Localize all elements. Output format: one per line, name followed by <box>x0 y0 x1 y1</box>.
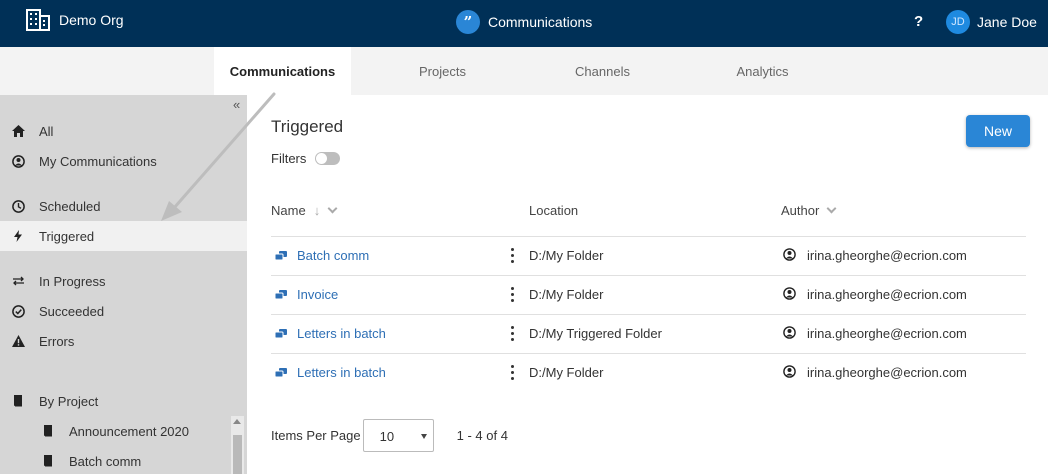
sidebar-item-by-project[interactable]: By Project <box>0 386 247 416</box>
sidebar-item-label: Scheduled <box>39 198 101 214</box>
tab-analytics[interactable]: Analytics <box>700 47 825 95</box>
user-name: Jane Doe <box>977 14 1037 30</box>
communication-icon <box>274 367 287 382</box>
user-circle-icon <box>783 326 796 342</box>
exchange-icon <box>11 274 25 288</box>
building-icon <box>26 9 50 31</box>
sort-arrow-icon[interactable]: ↓ <box>314 203 321 218</box>
user-menu[interactable]: JD Jane Doe <box>946 10 1037 34</box>
row-location: D:/My Folder <box>529 287 604 302</box>
column-header-location: Location <box>529 203 578 218</box>
page-title: Triggered <box>271 117 344 136</box>
app-title-group: ” Communications <box>456 10 592 34</box>
pagination: Items Per Page 10 1 - 4 of 4 <box>271 419 508 452</box>
sidebar-item-in-progress[interactable]: In Progress <box>0 266 247 296</box>
column-header-label: Author <box>781 203 820 218</box>
more-options-icon[interactable] <box>511 365 515 383</box>
column-header-author[interactable]: Author <box>781 203 837 218</box>
table-row: Invoice D:/My Folder irina.gheorghe@ecri… <box>271 275 1026 314</box>
avatar: JD <box>946 10 970 34</box>
filters-toggle[interactable] <box>315 152 341 165</box>
top-bar: Demo Org ” Communications ? JD Jane Doe <box>0 0 1048 47</box>
warning-icon <box>11 334 25 348</box>
tab-bar: Communications Projects Channels Analyti… <box>0 47 1048 95</box>
user-circle-icon <box>783 248 796 264</box>
sidebar-item-label: Triggered <box>39 228 95 244</box>
user-circle-icon <box>11 154 25 168</box>
items-per-page-select[interactable]: 10 <box>362 419 434 452</box>
book-icon <box>11 394 25 408</box>
help-button[interactable]: ? <box>914 13 923 30</box>
check-circle-icon <box>11 304 25 318</box>
communication-name-link[interactable]: Invoice <box>297 287 338 302</box>
org-switcher[interactable]: Demo Org <box>26 9 124 31</box>
filters-control: Filters <box>271 151 341 166</box>
clock-icon <box>11 199 25 213</box>
communication-name-link[interactable]: Batch comm <box>297 248 369 263</box>
column-header-name[interactable]: Name ↓ <box>271 203 338 218</box>
new-button[interactable]: New <box>966 115 1030 147</box>
sidebar-item-errors[interactable]: Errors <box>0 326 247 356</box>
home-icon <box>11 124 25 138</box>
communication-name-link[interactable]: Letters in batch <box>297 326 386 341</box>
sidebar-item-all[interactable]: All <box>0 116 247 146</box>
chevron-down-icon[interactable] <box>826 203 837 214</box>
scroll-up-icon[interactable] <box>233 419 241 424</box>
row-location: D:/My Folder <box>529 365 604 380</box>
communication-icon <box>274 250 287 265</box>
sidebar: « All My Communications Scheduled Trigge… <box>0 95 247 474</box>
app-title: Communications <box>488 14 593 30</box>
more-options-icon[interactable] <box>511 326 515 344</box>
row-location: D:/My Folder <box>529 248 604 263</box>
communication-icon <box>274 289 287 304</box>
column-header-label: Name <box>271 203 306 218</box>
sidebar-item-label: In Progress <box>39 273 106 289</box>
row-author: irina.gheorghe@ecrion.com <box>807 326 967 341</box>
sidebar-scroll-thumb[interactable] <box>233 435 242 474</box>
sidebar-item-label: By Project <box>39 393 99 409</box>
table-row: Batch comm D:/My Folder irina.gheorghe@e… <box>271 236 1026 275</box>
sidebar-item-label: My Communications <box>39 153 157 169</box>
sidebar-item-label: Batch comm <box>69 453 142 469</box>
sidebar-item-label: Succeeded <box>39 303 105 319</box>
row-author: irina.gheorghe@ecrion.com <box>807 287 967 302</box>
caret-down-icon <box>420 434 427 439</box>
quote-icon: ” <box>456 10 480 34</box>
user-circle-icon <box>783 365 796 381</box>
bolt-icon <box>11 229 25 243</box>
collapse-sidebar-button[interactable]: « <box>233 97 240 112</box>
table-row: Letters in batch D:/My Folder irina.gheo… <box>271 353 1026 392</box>
tab-projects[interactable]: Projects <box>380 47 505 95</box>
sidebar-item-label: All <box>39 123 54 139</box>
sidebar-item-announcement-2020[interactable]: Announcement 2020 <box>0 416 231 446</box>
tab-channels[interactable]: Channels <box>540 47 665 95</box>
items-per-page-value: 10 <box>379 429 395 444</box>
items-per-page-label: Items Per Page <box>271 428 361 443</box>
book-icon <box>41 454 55 468</box>
sidebar-item-triggered[interactable]: Triggered <box>0 221 247 251</box>
communication-name-link[interactable]: Letters in batch <box>297 365 386 380</box>
row-author: irina.gheorghe@ecrion.com <box>807 248 967 263</box>
row-author: irina.gheorghe@ecrion.com <box>807 365 967 380</box>
sidebar-item-succeeded[interactable]: Succeeded <box>0 296 247 326</box>
sidebar-item-label: Announcement 2020 <box>69 423 189 439</box>
sidebar-item-scheduled[interactable]: Scheduled <box>0 191 247 221</box>
org-name: Demo Org <box>59 12 124 28</box>
pagination-range: 1 - 4 of 4 <box>456 428 508 443</box>
more-options-icon[interactable] <box>511 287 515 305</box>
filters-label: Filters <box>271 151 307 166</box>
sidebar-item-label: Errors <box>39 333 75 349</box>
sidebar-item-batch-comm[interactable]: Batch comm <box>0 446 231 474</box>
user-circle-icon <box>783 287 796 303</box>
row-location: D:/My Triggered Folder <box>529 326 662 341</box>
column-header-label: Location <box>529 203 579 218</box>
more-options-icon[interactable] <box>511 248 515 266</box>
book-icon <box>41 424 55 438</box>
communication-icon <box>274 328 287 343</box>
chevron-down-icon[interactable] <box>327 203 338 214</box>
sidebar-item-my-communications[interactable]: My Communications <box>0 146 247 176</box>
tab-communications[interactable]: Communications <box>214 47 351 95</box>
table-row: Letters in batch D:/My Triggered Folder … <box>271 314 1026 353</box>
